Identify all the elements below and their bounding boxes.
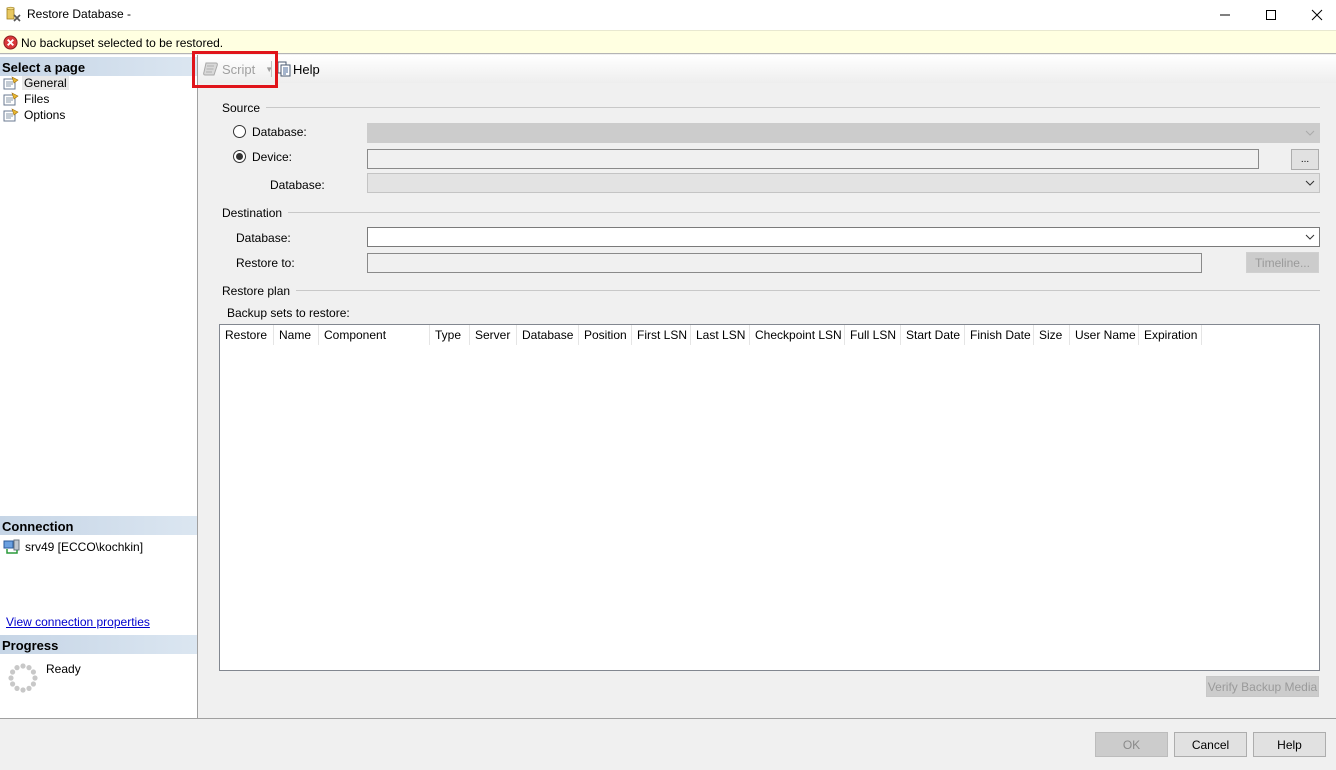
source-database-combo[interactable] [367,123,1320,143]
help-toolbar-button[interactable]: Help [277,59,320,79]
chevron-down-icon [1305,180,1315,186]
title-bar: Restore Database - [0,0,1336,30]
page-icon [3,76,19,90]
sidebar-item-label: General [22,76,69,90]
destination-divider [222,212,1320,213]
ok-button[interactable]: OK [1095,732,1168,757]
sidebar-item-label: Files [24,92,50,106]
page-icon [3,108,19,122]
help-label: Help [293,61,320,77]
grid-column-header[interactable]: Server [470,325,517,345]
source-divider [222,107,1320,108]
grid-column-header[interactable]: First LSN [632,325,691,345]
grid-column-header[interactable]: Database [517,325,579,345]
help-button[interactable]: Help [1253,732,1326,757]
source-device-radio[interactable] [233,150,246,163]
device-path-input[interactable] [367,149,1259,169]
grid-column-header[interactable]: Checkpoint LSN [750,325,845,345]
script-icon [203,62,218,76]
grid-column-header[interactable]: Type [430,325,470,345]
sidebar: Select a page General Files Options Conn… [0,55,198,718]
grid-column-header[interactable]: Last LSN [691,325,750,345]
connection-info: srv49 [ECCO\kochkin] [3,539,143,555]
destination-database-combo[interactable] [367,227,1320,247]
minimize-icon [1220,14,1230,16]
progress-header: Progress [0,635,197,654]
grid-column-header[interactable]: Restore [220,325,274,345]
progress-status: Ready [46,662,81,676]
destination-group-label: Destination [222,206,289,220]
grid-column-header[interactable]: Expiration [1139,325,1202,345]
restore-to-input[interactable] [367,253,1202,273]
grid-column-header[interactable]: Position [579,325,632,345]
restore-database-icon [6,6,21,22]
source-database-radio[interactable] [233,125,246,138]
minimize-button[interactable] [1202,0,1248,30]
chevron-down-icon [1305,130,1315,136]
restore-to-label: Restore to: [236,256,295,270]
grid-column-header[interactable]: User Name [1070,325,1139,345]
chevron-down-icon [1305,234,1315,240]
toolbar: Script ▼ Help [198,55,1336,83]
grid-column-header[interactable]: Start Date [901,325,965,345]
progress-spinner-icon [8,663,38,693]
source-device-database-combo[interactable] [367,173,1320,193]
close-button[interactable] [1294,0,1336,30]
server-connection-icon [3,539,20,554]
sidebar-item-options[interactable]: Options [3,107,67,123]
script-button[interactable]: Script ▼ [203,59,273,79]
restore-plan-divider [222,290,1320,291]
browse-device-button[interactable]: ... [1291,149,1319,170]
help-document-icon [277,61,291,77]
sidebar-item-general[interactable]: General [3,75,69,91]
grid-column-header[interactable]: Finish Date [965,325,1034,345]
source-database-label: Database: [252,125,307,139]
grid-column-header[interactable]: Name [274,325,319,345]
maximize-icon [1266,10,1276,20]
message-bar: No backupset selected to be restored. [0,30,1336,54]
sidebar-item-files[interactable]: Files [3,91,51,107]
backup-sets-grid[interactable]: Restore Name Component Type Server Database Po… [219,324,1320,671]
maximize-button[interactable] [1248,0,1294,30]
select-page-header: Select a page [0,57,197,76]
grid-header: Restore Name Component Type Server Database Po… [220,325,1202,345]
cancel-button[interactable]: Cancel [1174,732,1247,757]
backup-sets-label: Backup sets to restore: [227,306,350,320]
source-device-database-label: Database: [270,178,325,192]
connection-header: Connection [0,516,197,535]
grid-column-header[interactable]: Component [319,325,430,345]
connection-text: srv49 [ECCO\kochkin] [25,540,144,554]
sidebar-item-label: Options [24,108,66,122]
message-text: No backupset selected to be restored. [21,36,224,50]
close-icon [1311,9,1323,21]
verify-backup-media-button[interactable]: Verify Backup Media [1206,676,1319,697]
toolbar-separator [271,61,272,77]
destination-database-label: Database: [236,231,291,245]
restore-plan-group-label: Restore plan [222,284,297,298]
source-group-label: Source [222,101,267,115]
error-icon [3,35,18,50]
page-icon [3,92,19,106]
grid-column-header[interactable]: Full LSN [845,325,901,345]
view-connection-properties-link[interactable]: View connection properties [6,615,150,629]
script-label: Script [222,61,256,77]
source-device-label: Device: [252,150,293,164]
grid-column-header[interactable]: Size [1034,325,1070,345]
timeline-button[interactable]: Timeline... [1246,252,1319,273]
window-title: Restore Database - [27,7,132,21]
